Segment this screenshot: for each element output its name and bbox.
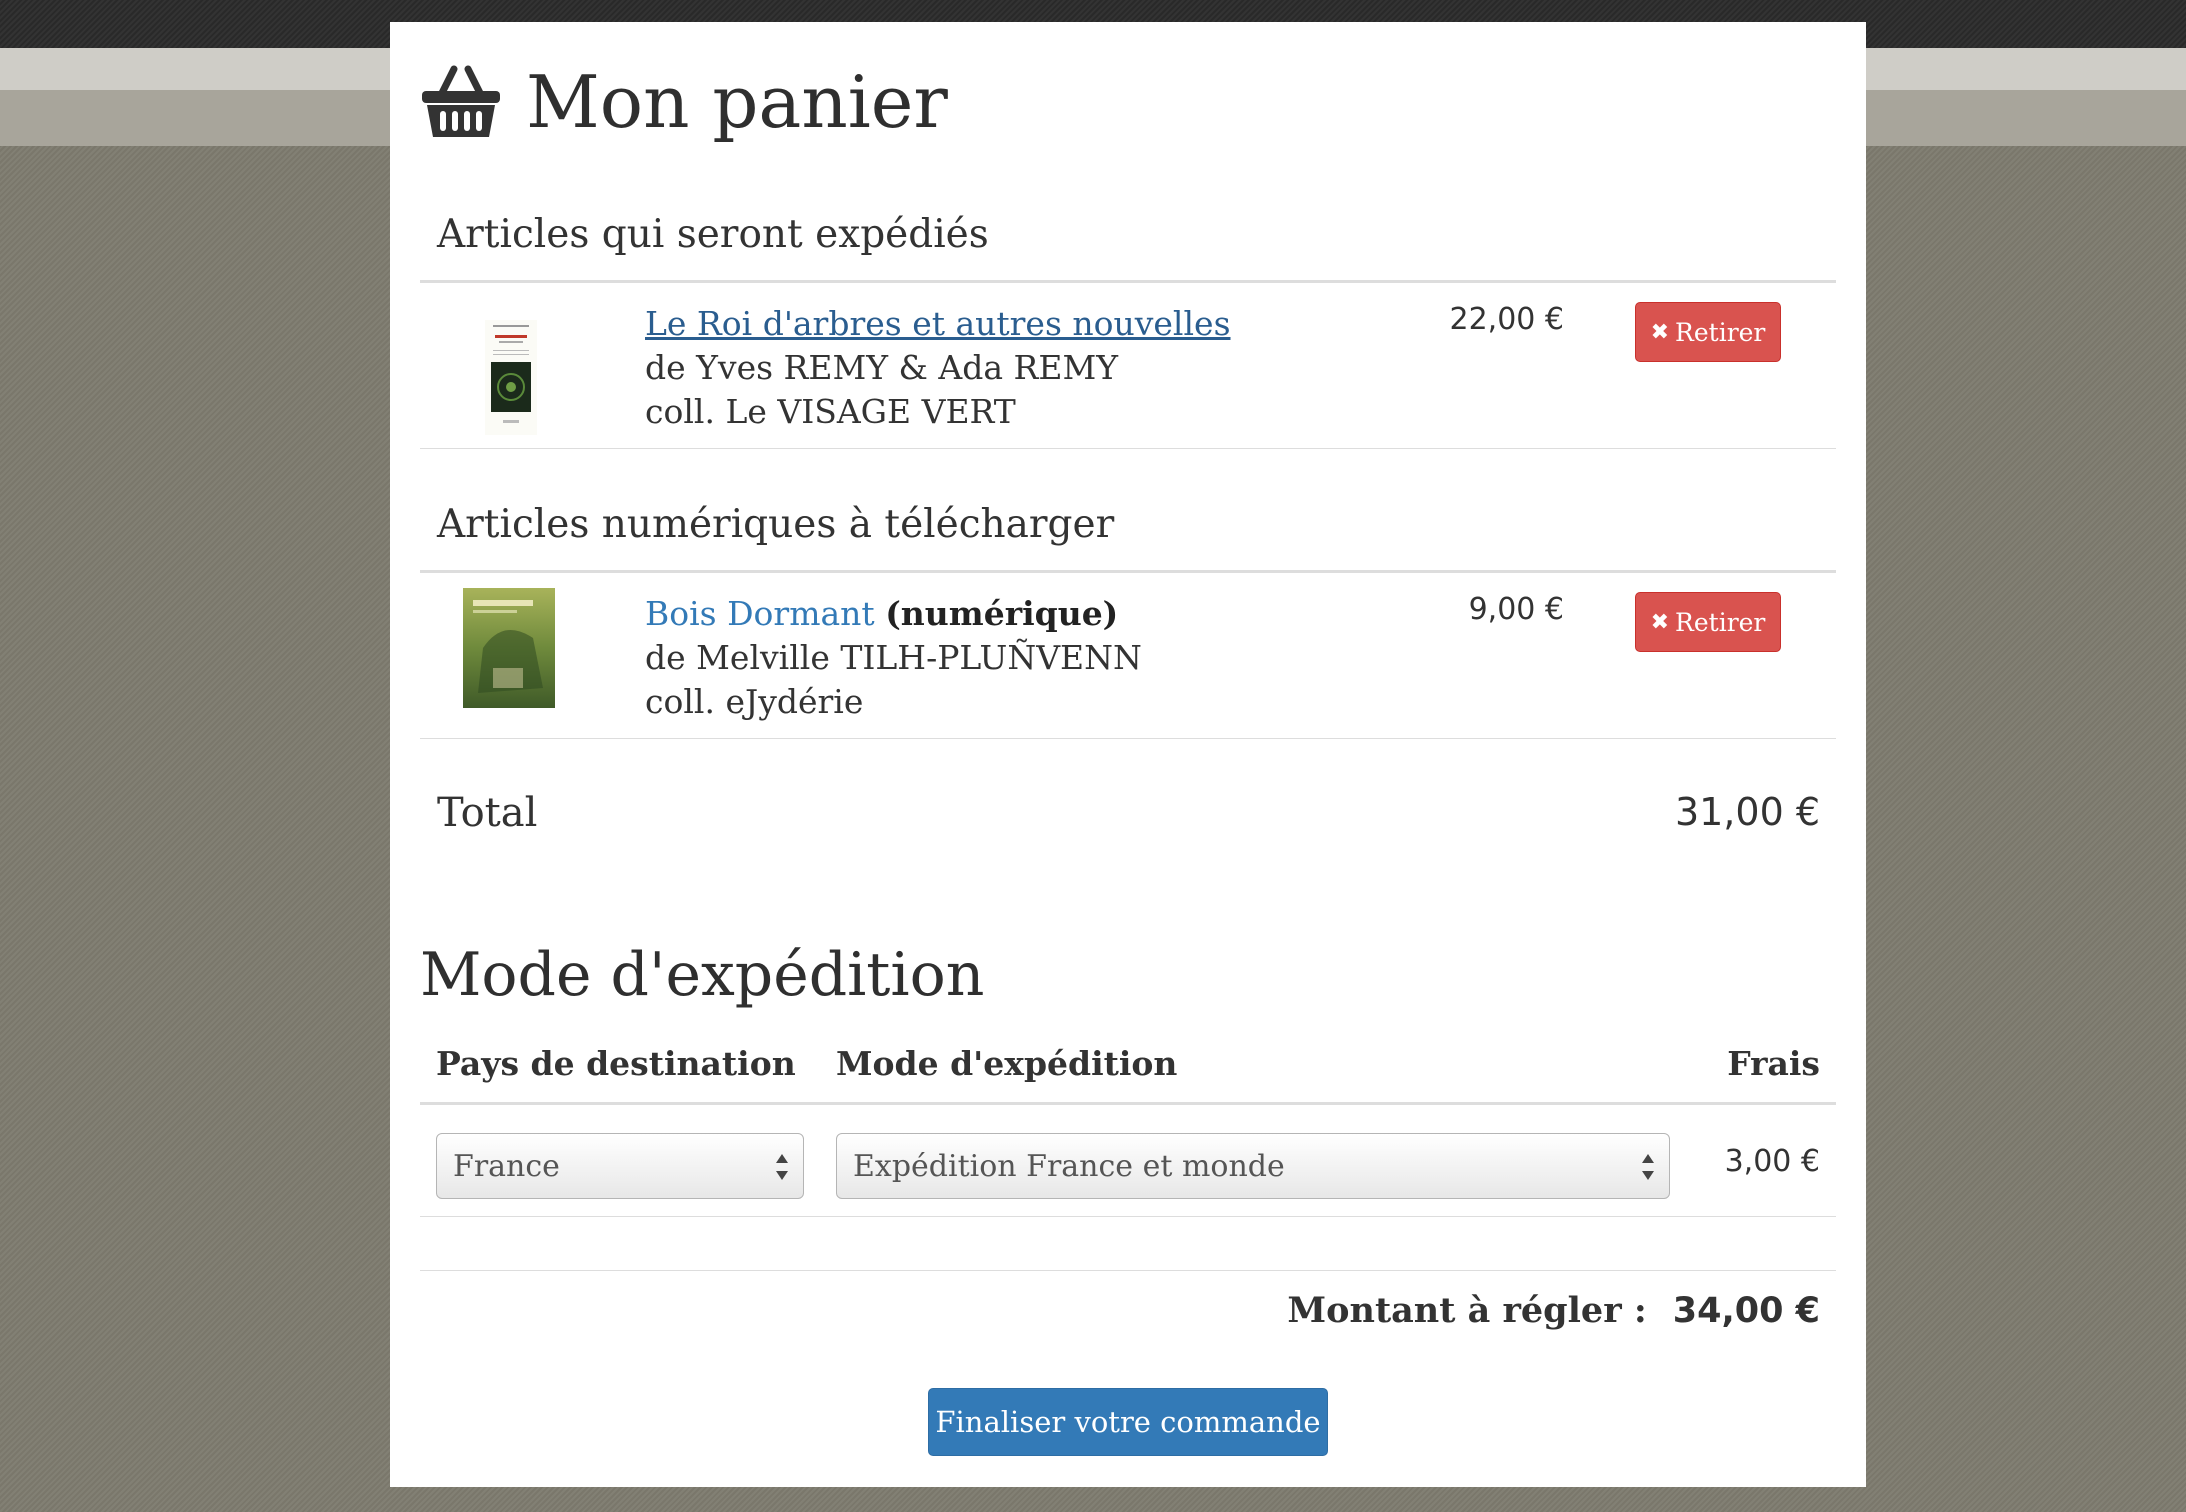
header-fees: Frais (1727, 1044, 1820, 1083)
item-author: de Melville TILH-PLUÑVENN (645, 638, 1142, 677)
divider (420, 448, 1836, 449)
amount-value: 34,00 € (1672, 1291, 1820, 1331)
shipped-section-title: Articles qui seront expédiés (437, 212, 989, 257)
shopping-basket-icon (422, 65, 500, 137)
book-cover-le-roi-darbres[interactable] (485, 320, 537, 435)
shipping-mode-select[interactable]: Expédition France et monde (836, 1133, 1670, 1199)
close-icon: ✖ (1650, 609, 1670, 635)
divider (420, 1102, 1836, 1105)
item-author: de Yves REMY & Ada REMY (645, 348, 1119, 387)
item-title-link[interactable]: Le Roi d'arbres et autres nouvelles (645, 304, 1231, 343)
checkout-button[interactable]: Finaliser votre commande (928, 1388, 1328, 1456)
item-info: Le Roi d'arbres et autres nouvelles de Y… (645, 302, 1231, 434)
remove-item-button[interactable]: ✖ Retirer (1635, 302, 1781, 362)
shipping-title: Mode d'expédition (420, 940, 985, 1010)
book-cover-bois-dormant[interactable] (463, 588, 555, 708)
divider (420, 1270, 1836, 1271)
select-arrows-icon (776, 1154, 788, 1180)
item-title-link[interactable]: Bois Dormant (645, 594, 875, 633)
remove-item-button[interactable]: ✖ Retirer (1635, 592, 1781, 652)
item-collection: coll. eJydérie (645, 682, 864, 721)
amount-due: Montant à régler : 34,00 € (1287, 1290, 1820, 1331)
page-title: Mon panier (526, 60, 948, 144)
amount-label: Montant à régler : (1287, 1290, 1647, 1331)
cart-item-digital: Bois Dormant (numérique) de Melville TIL… (420, 574, 1836, 734)
item-collection: coll. Le VISAGE VERT (645, 392, 1016, 431)
digital-section-title: Articles numériques à télécharger (437, 502, 1115, 547)
page-heading: Mon panier (420, 60, 948, 144)
shipping-mode-value: Expédition France et monde (853, 1148, 1285, 1184)
close-icon: ✖ (1650, 319, 1670, 345)
select-arrows-icon (1642, 1154, 1654, 1180)
total-label: Total (437, 790, 538, 836)
cart-item-shipped: Le Roi d'arbres et autres nouvelles de Y… (420, 284, 1836, 444)
item-info: Bois Dormant (numérique) de Melville TIL… (645, 592, 1142, 724)
total-value: 31,00 € (1674, 790, 1820, 834)
item-price: 22,00 € (1449, 302, 1564, 337)
divider (420, 1216, 1836, 1217)
country-select-value: France (453, 1148, 560, 1184)
header-country: Pays de destination (436, 1044, 796, 1083)
country-select[interactable]: France (436, 1133, 804, 1199)
divider (420, 280, 1836, 283)
cart-panel: Mon panier Articles qui seront expédiés … (390, 22, 1866, 1487)
remove-label: Retirer (1675, 317, 1766, 347)
item-price: 9,00 € (1468, 592, 1564, 627)
shipping-fees: 3,00 € (1724, 1144, 1820, 1179)
divider (420, 738, 1836, 739)
header-mode: Mode d'expédition (836, 1044, 1178, 1083)
divider (420, 570, 1836, 573)
remove-label: Retirer (1675, 607, 1766, 637)
item-format: (numérique) (885, 594, 1119, 633)
